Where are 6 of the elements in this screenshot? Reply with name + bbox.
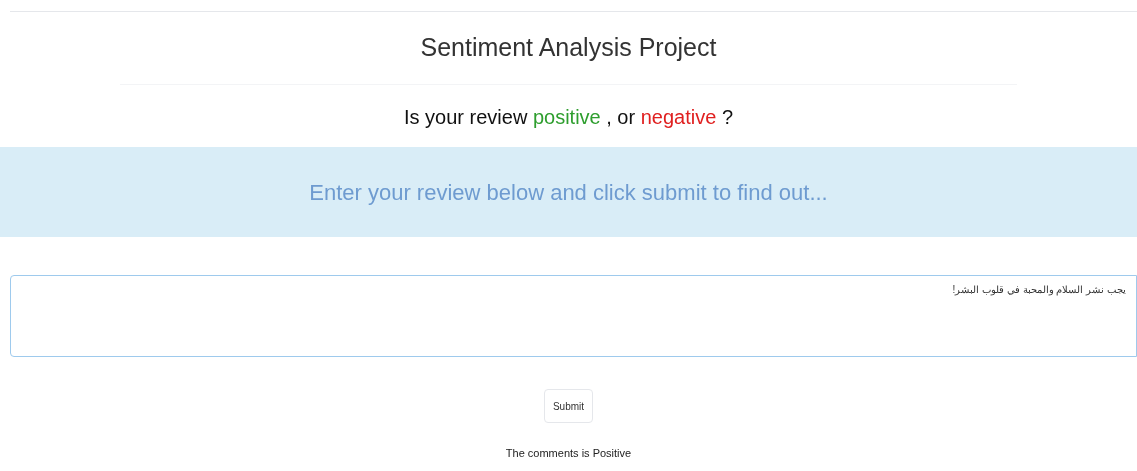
question-text: Is your review positive , or negative ?	[403, 105, 734, 129]
page-title: Sentiment Analysis Project	[420, 32, 717, 62]
result-text: The comments is Positive	[505, 446, 632, 461]
banner-text: Enter your review below and click submit to find out...	[309, 178, 828, 207]
review-field[interactable]: يجب نشر السلام والمحبة في قلوب البشر!	[10, 275, 1137, 357]
submit-button[interactable]: Submit	[543, 389, 594, 423]
